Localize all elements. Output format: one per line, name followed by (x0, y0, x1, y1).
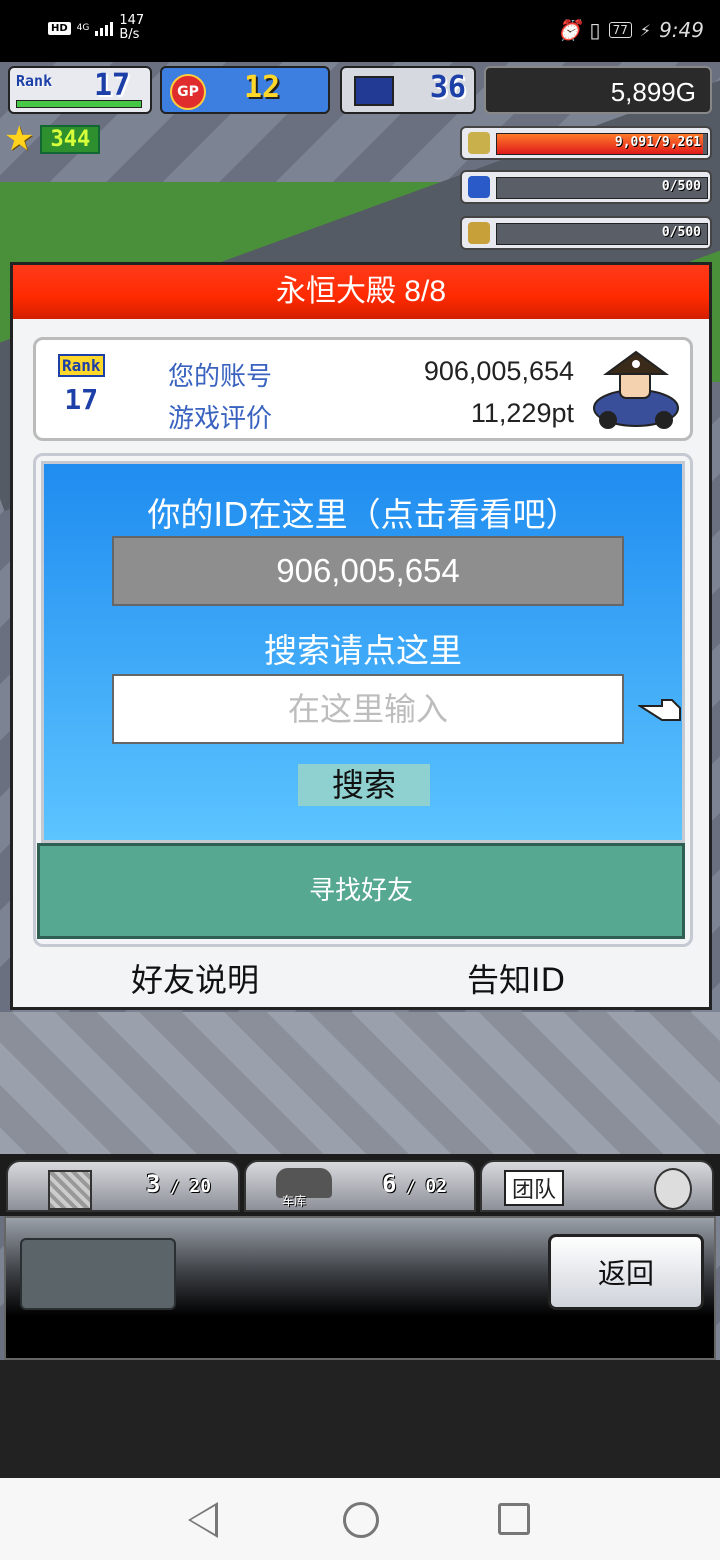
game-view[interactable]: Rank 17 GP 12 36 5,899G ★ 344 9,091/9,26… (0, 62, 720, 1360)
rank-label: Rank (16, 72, 53, 90)
rating-value: 11,229pt (470, 398, 574, 428)
account-rank: Rank 17 (58, 354, 105, 416)
bottle-icon (468, 176, 490, 198)
charging-icon: ⚡ (639, 20, 652, 40)
bottom-panel: 返回 (4, 1216, 716, 1360)
search-input[interactable] (112, 674, 624, 744)
id-search-panel: 你的ID在这里（点击看看吧） 906,005,654 搜索请点这里 搜索 (41, 461, 685, 843)
garage-count: 6 / 02 (382, 1170, 448, 1198)
garage-label: 车库 (282, 1194, 307, 1208)
tell-id-link[interactable]: 告知ID (467, 955, 565, 1001)
team-label: 团队 (504, 1170, 565, 1206)
coin-value: 9,091/9,261 (614, 135, 701, 150)
star-icon: ★ (4, 119, 35, 159)
coin-icon (468, 132, 490, 154)
face-icon (654, 1168, 692, 1210)
search-heading: 搜索请点这里 (264, 631, 462, 670)
hd-badge: HD (48, 21, 71, 35)
id-heading: 你的ID在这里（点击看看吧） (147, 495, 579, 534)
wheat-value: 0/500 (661, 225, 701, 240)
money-value: 5,899G (610, 77, 696, 107)
tab-boxes[interactable]: 3 / 20 (6, 1160, 240, 1212)
box-count: 3 / 20 (146, 1170, 212, 1198)
gp-panel[interactable]: GP 12 (160, 66, 330, 114)
clock: 9:49 (659, 18, 704, 42)
gp-icon: GP (170, 74, 206, 110)
account-rank-label: Rank (58, 354, 105, 377)
account-value: 906,005,654 (423, 356, 574, 386)
alarm-icon: ⏰ (556, 18, 582, 42)
star-counter: ★ 344 (4, 119, 101, 159)
rating-label: 游戏评价 (168, 404, 273, 434)
rank-progress-bar (16, 100, 142, 108)
pointing-hand-icon (638, 699, 681, 721)
status-bar: HD 4G 147 B/s ⏰ ▯ 77 ⚡ 9:49 (0, 0, 720, 62)
computer-panel[interactable]: 36 (340, 66, 476, 114)
net-type: 4G (76, 23, 90, 33)
rank-panel: Rank 17 (8, 66, 152, 114)
tab-team[interactable]: 团队 (480, 1160, 714, 1212)
bottle-value: 0/500 (661, 179, 701, 194)
status-right: ⏰ ▯ 77 ⚡ 9:49 (557, 18, 704, 42)
nav-back-icon[interactable] (188, 1502, 218, 1538)
my-id-box[interactable]: 906,005,654 (112, 536, 624, 606)
box-icon (48, 1170, 92, 1210)
bottom-tab-bar: 3 / 20 车库 6 / 02 团队 (0, 1154, 720, 1216)
net-speed: 147 B/s (119, 13, 145, 42)
dialog-title: 永恒大殿 8/8 (13, 265, 709, 319)
pirate-car-avatar-icon (593, 350, 679, 429)
panel-slot (20, 1238, 176, 1310)
signal-icon (95, 20, 114, 36)
nav-recent-icon[interactable] (498, 1503, 530, 1535)
account-card: Rank 17 您的账号 906,005,654 游戏评价 11,229pt (33, 337, 693, 441)
computer-value: 36 (429, 70, 466, 105)
resource-bar-bottle: 0/500 (460, 170, 712, 204)
battery-icon: 77 (608, 22, 632, 38)
account-rank-value: 17 (64, 383, 99, 416)
rank-value: 17 (94, 68, 131, 103)
find-friend-button[interactable]: 寻找好友 (37, 843, 685, 939)
friend-dialog: 永恒大殿 8/8 Rank 17 您的账号 906,005,654 游戏评价 1… (10, 262, 712, 1010)
money-panel: 5,899G (484, 66, 712, 114)
account-label: 您的账号 (168, 362, 273, 392)
resource-bar-wheat: 0/500 (460, 216, 712, 250)
resource-bar-coins: 9,091/9,261 (460, 126, 712, 160)
status-left: HD 4G 147 B/s (48, 14, 144, 42)
gp-value: 12 (244, 70, 281, 105)
vibrate-icon: ▯ (589, 18, 601, 42)
system-nav-bar (0, 1478, 720, 1560)
nav-home-icon[interactable] (343, 1502, 379, 1538)
star-value: 344 (40, 124, 101, 154)
tab-garage[interactable]: 车库 6 / 02 (244, 1160, 476, 1212)
computer-icon (354, 76, 394, 106)
wheat-icon (468, 222, 490, 244)
friend-help-link[interactable]: 好友说明 (131, 955, 259, 1001)
back-button[interactable]: 返回 (548, 1234, 704, 1310)
search-button[interactable]: 搜索 (298, 764, 430, 806)
